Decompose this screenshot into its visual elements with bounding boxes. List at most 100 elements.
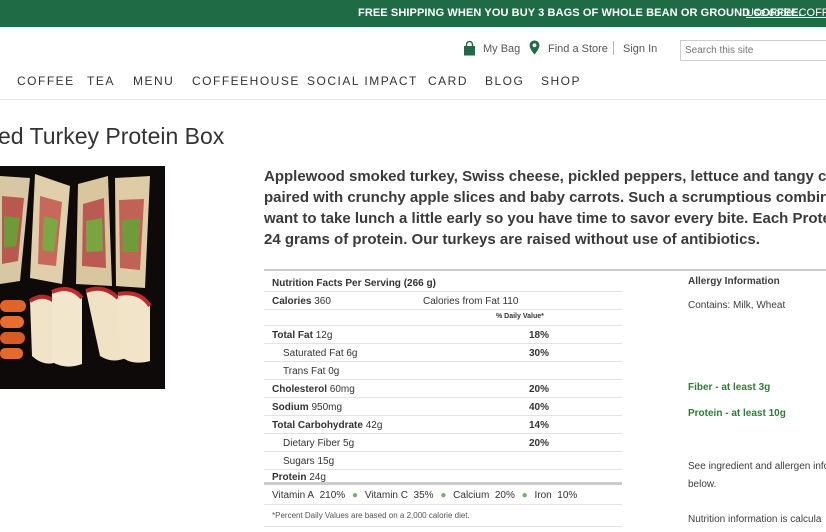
nav-coffee[interactable]: COFFEE — [17, 74, 75, 88]
nav-card[interactable]: CARD — [428, 74, 468, 88]
nutrient-label: Saturated Fat — [283, 348, 344, 359]
allergy-contains: Contains: Milk, Wheat — [688, 300, 786, 311]
nutrient-label: Trans Fat — [283, 366, 326, 377]
nutrient-row: Saturated Fat 6g 30% — [264, 344, 622, 362]
nutrient-cell: Sodium 950mg — [272, 402, 342, 413]
nutrition-header-row: Nutrition Facts Per Serving (266 g) — [264, 274, 622, 292]
nutrient-pct: 14% — [529, 420, 550, 431]
ingredient-note-cont: below. — [688, 479, 717, 490]
allergy-title: Allergy Information — [688, 276, 780, 287]
nutrient-row: Total Fat 12g 18% — [264, 326, 622, 344]
nutrition-calc-note: Nutrition information is calcula — [688, 514, 822, 525]
nutrient-cell: Dietary Fiber 5g — [283, 438, 354, 449]
vitamins-row: Vitamin A 210% ● Vitamin C 35% ● Calcium… — [272, 490, 577, 501]
nav-coffeehouse[interactable]: COFFEEHOUSE — [192, 74, 300, 88]
calories-label: Calories — [272, 296, 312, 307]
footnote-divider — [264, 526, 622, 527]
fat-calories: Calories from Fat 110 — [423, 296, 519, 307]
sign-in-link[interactable]: Sign In — [623, 43, 657, 55]
description-line: 24 grams of protein. Our turkeys are rai… — [264, 231, 760, 248]
nutrient-pct: 30% — [529, 348, 550, 359]
bullet-icon: ● — [351, 490, 359, 501]
nutrient-amount: 6g — [346, 348, 358, 359]
nav-tea[interactable]: TEA — [87, 74, 115, 88]
vitamin-name: Iron — [534, 490, 552, 501]
nutrient-amount: 5g — [343, 438, 355, 449]
nutrient-row: Trans Fat 0g — [264, 362, 622, 380]
vitamin-pct: 210% — [319, 490, 346, 501]
fiber-claim: Fiber - at least 3g — [688, 382, 771, 393]
calories-cell: Calories 360 — [272, 296, 331, 307]
calories-row: Calories 360 Calories from Fat 110 — [264, 292, 622, 310]
vitamin-name: Vitamin A — [272, 490, 315, 501]
nutrient-label: Total Carbohydrate — [272, 420, 363, 431]
nutrient-amount: 60mg — [329, 384, 355, 395]
ingredient-note: See ingredient and allergen info — [688, 461, 826, 472]
my-bag-link[interactable]: My Bag — [483, 43, 520, 55]
nutrient-label: Total Fat — [272, 330, 313, 341]
vitamin-name: Vitamin C — [364, 490, 408, 501]
description-line: paired with crunchy apple slices and bab… — [264, 189, 826, 206]
nutrient-amount: 15g — [317, 456, 335, 467]
find-store-link[interactable]: Find a Store — [548, 43, 608, 55]
nutrient-pct: 18% — [529, 330, 550, 341]
nav-blog[interactable]: BLOG — [485, 74, 524, 88]
protein-claim: Protein - at least 10g — [688, 408, 786, 419]
nutrient-row: Dietary Fiber 5g 20% — [264, 434, 622, 452]
nutrient-amount: 24g — [309, 472, 326, 483]
nutrient-cell: Total Carbohydrate 42g — [272, 420, 382, 431]
nutrient-amount: 950mg — [311, 402, 343, 413]
nutrient-label: Sodium — [272, 402, 309, 413]
nutrient-cell: Total Fat 12g — [272, 330, 332, 341]
vitamin-pct: 10% — [557, 490, 578, 501]
daily-value-footnote: *Percent Daily Values are based on a 2,0… — [272, 511, 470, 520]
nutrient-row: Protein 24g — [264, 470, 622, 485]
nutrient-pct: 20% — [529, 384, 550, 395]
vitamin-pct: 35% — [413, 490, 434, 501]
nutrient-row: Total Carbohydrate 42g 14% — [264, 416, 622, 434]
nutrient-amount: 0g — [328, 366, 340, 377]
promo-code-link[interactable]: Use code: COFFEE — [746, 7, 826, 19]
vitamin-name: Calcium — [453, 490, 490, 501]
calories-value: 360 — [314, 296, 331, 307]
description-line: Applewood smoked turkey, Swiss cheese, p… — [264, 168, 826, 185]
nutrition-top-rule — [264, 269, 826, 271]
nav-shop[interactable]: SHOP — [541, 74, 581, 88]
daily-value-header: % Daily Value* — [496, 313, 544, 320]
daily-value-header-row: % Daily Value* — [264, 310, 622, 326]
utility-divider — [613, 41, 614, 55]
nutrient-cell: Protein 24g — [272, 472, 326, 483]
page-title: ed Turkey Protein Box — [0, 123, 225, 149]
search-input[interactable] — [680, 40, 826, 61]
vitamins-divider — [264, 504, 622, 505]
main-nav: COFFEE TEA MENU COFFEEHOUSE SOCIAL IMPAC… — [0, 72, 826, 90]
promo-banner: FREE SHIPPING WHEN YOU BUY 3 BAGS OF WHO… — [0, 0, 826, 27]
nav-social-impact[interactable]: SOCIAL IMPACT — [307, 74, 418, 88]
nutrient-label: Sugars — [283, 456, 315, 467]
nutrient-pct: 40% — [529, 402, 550, 413]
vitamin-pct: 20% — [494, 490, 515, 501]
product-image — [0, 166, 165, 389]
nutrient-cell: Sugars 15g — [283, 456, 334, 467]
nutrient-label: Protein — [272, 472, 307, 483]
nutrient-amount: 12g — [315, 330, 333, 341]
nutrient-pct: 20% — [529, 438, 550, 449]
nutrition-header: Nutrition Facts Per Serving (266 g) — [272, 278, 436, 289]
nutrient-row: Sodium 950mg 40% — [264, 398, 622, 416]
nutrient-row: Cholesterol 60mg 20% — [264, 380, 622, 398]
location-pin-icon[interactable] — [529, 40, 540, 58]
bag-icon[interactable] — [463, 40, 476, 59]
bullet-icon: ● — [521, 490, 528, 501]
nav-divider — [0, 99, 826, 100]
promo-message: FREE SHIPPING WHEN YOU BUY 3 BAGS OF WHO… — [358, 7, 802, 19]
nutrient-cell: Saturated Fat 6g — [283, 348, 358, 359]
nav-menu[interactable]: MENU — [133, 74, 174, 88]
nutrient-cell: Trans Fat 0g — [283, 366, 339, 377]
product-description: Applewood smoked turkey, Swiss cheese, p… — [264, 166, 826, 250]
bullet-icon: ● — [440, 490, 447, 501]
description-line: want to take lunch a little early so you… — [264, 210, 826, 227]
nutrient-amount: 42g — [365, 420, 383, 431]
nutrient-row: Sugars 15g — [264, 452, 622, 470]
nutrient-cell: Cholesterol 60mg — [272, 384, 355, 395]
nutrient-label: Dietary Fiber — [283, 438, 341, 449]
